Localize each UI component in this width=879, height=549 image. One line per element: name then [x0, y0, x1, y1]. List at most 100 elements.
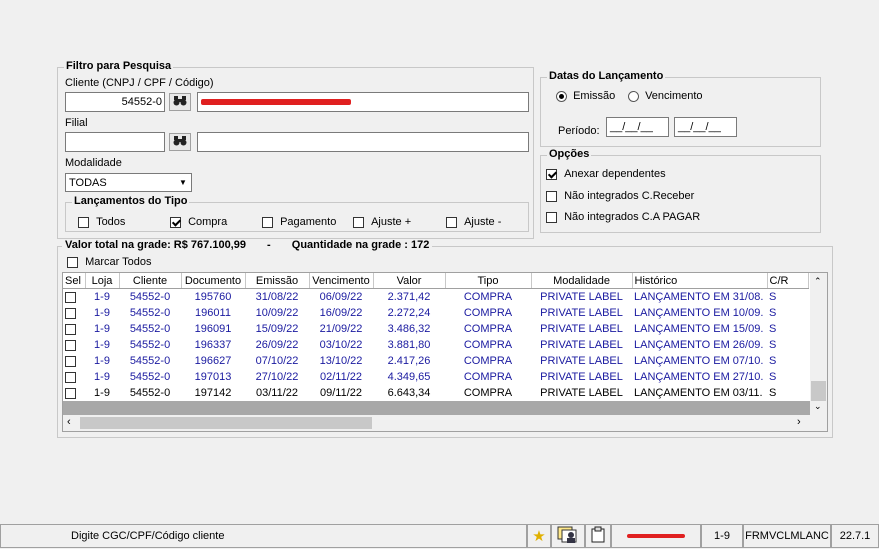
column-header-modalidade[interactable]: Modalidade: [531, 273, 633, 289]
cell-emissao: 31/08/22: [255, 291, 299, 303]
date-to-value: __/__/__: [678, 121, 721, 133]
tipo-compra-checkbox[interactable]: Compra: [170, 216, 227, 228]
filial-search-button[interactable]: [169, 133, 191, 151]
periodo-label: Período:: [558, 125, 600, 137]
cell-valor: 4.349,65: [387, 371, 431, 383]
column-header-valor[interactable]: Valor: [373, 273, 446, 289]
column-header-historico[interactable]: Histórico: [632, 273, 768, 289]
cell-tipo: COMPRA: [463, 323, 513, 335]
table-row[interactable]: 1-9 54552-0 197013 27/10/22 02/11/22 4.349,65…: [63, 369, 808, 385]
table-row[interactable]: 1-9 54552-0 196627 07/10/22 13/10/22 2.417,26…: [63, 353, 808, 369]
cell-loja: 1-9: [94, 307, 110, 319]
horizontal-scroll-thumb[interactable]: [80, 417, 372, 429]
cell-cr: S: [769, 307, 777, 319]
vertical-scroll-thumb[interactable]: [811, 381, 826, 401]
vencimento-radio[interactable]: Vencimento: [628, 90, 703, 102]
checkbox-icon: [446, 216, 457, 228]
cell-vencimento: 13/10/22: [319, 355, 363, 367]
emissao-radio[interactable]: Emissão: [556, 90, 615, 102]
table-row[interactable]: 1-9 54552-0 195760 31/08/22 06/09/22 2.371,42…: [63, 289, 808, 306]
scroll-down-icon[interactable]: ⌄: [814, 401, 822, 412]
checkbox-icon: [67, 256, 78, 268]
tipo-ajuste-menos-checkbox[interactable]: Ajuste -: [446, 216, 501, 228]
column-header-documento[interactable]: Documento: [181, 273, 246, 289]
modalidade-value: TODAS: [69, 177, 107, 189]
row-select-checkbox[interactable]: [65, 387, 76, 399]
column-header-sel[interactable]: Sel: [63, 273, 86, 289]
cell-tipo: COMPRA: [463, 355, 513, 367]
status-form: FRMVCLMLANC: [745, 530, 829, 542]
row-select-cell[interactable]: [63, 337, 85, 353]
row-select-checkbox[interactable]: [65, 291, 76, 303]
row-select-cell[interactable]: [63, 289, 85, 306]
client-name-input[interactable]: [197, 92, 529, 112]
filial-code-input[interactable]: [65, 132, 165, 152]
row-select-cell[interactable]: [63, 385, 85, 401]
cell-tipo: COMPRA: [463, 307, 513, 319]
table-row[interactable]: 1-9 54552-0 196011 10/09/22 16/09/22 2.272,24…: [63, 305, 808, 321]
clipboard-icon: [591, 526, 605, 546]
filial-name-input[interactable]: [197, 132, 529, 152]
clipboard-button[interactable]: [585, 524, 611, 548]
column-header-tipo[interactable]: Tipo: [445, 273, 532, 289]
cell-modalidade: PRIVATE LABEL: [540, 355, 623, 367]
row-select-checkbox[interactable]: [65, 307, 76, 319]
cell-cliente: 54552-0: [129, 339, 171, 351]
datas-group-title: Datas do Lançamento: [547, 70, 666, 82]
marcar-todos-checkbox[interactable]: Marcar Todos: [67, 256, 152, 268]
client-code-input[interactable]: 54552-0: [65, 92, 165, 112]
tipo-pagamento-checkbox[interactable]: Pagamento: [262, 216, 336, 228]
cell-cr: S: [769, 355, 777, 367]
row-select-cell[interactable]: [63, 353, 85, 369]
cell-loja: 1-9: [94, 339, 110, 351]
cell-valor: 2.371,42: [387, 291, 431, 303]
tipo-compra-label: Compra: [188, 216, 228, 228]
checkbox-icon: [262, 216, 273, 228]
horizontal-scrollbar[interactable]: ‹ ›: [63, 415, 827, 431]
tipo-ajuste-mais-label: Ajuste +: [371, 216, 412, 228]
tipo-ajuste-menos-label: Ajuste -: [464, 216, 502, 228]
column-header-emissao[interactable]: Emissão: [245, 273, 310, 289]
redacted-client-name: [201, 99, 351, 105]
column-header-cliente[interactable]: Cliente: [119, 273, 182, 289]
cell-emissao: 26/09/22: [255, 339, 299, 351]
row-select-cell[interactable]: [63, 321, 85, 337]
date-from-input[interactable]: __/__/__: [606, 117, 669, 137]
user-config-button[interactable]: [551, 524, 585, 548]
row-select-checkbox[interactable]: [65, 355, 76, 367]
tipo-todos-label: Todos: [96, 216, 126, 228]
scroll-left-icon[interactable]: ‹: [67, 416, 71, 428]
table-row[interactable]: 1-9 54552-0 197142 03/11/22 09/11/22 6.643,34…: [63, 385, 808, 401]
cell-loja: 1-9: [94, 387, 110, 399]
column-header-cr[interactable]: C/R: [767, 273, 809, 289]
cell-modalidade: PRIVATE LABEL: [540, 307, 623, 319]
column-header-vencimento[interactable]: Vencimento: [309, 273, 374, 289]
date-to-input[interactable]: __/__/__: [674, 117, 737, 137]
row-select-checkbox[interactable]: [65, 371, 76, 383]
cell-documento: 197142: [194, 387, 232, 399]
row-select-checkbox[interactable]: [65, 339, 76, 351]
row-select-cell[interactable]: [63, 305, 85, 321]
nao-integrados-capagar-checkbox[interactable]: Não integrados C.A PAGAR: [546, 211, 700, 223]
cell-cliente: 54552-0: [129, 323, 171, 335]
anexar-dependentes-checkbox[interactable]: Anexar dependentes: [546, 168, 666, 180]
column-header-loja[interactable]: Loja: [85, 273, 120, 289]
favorite-button[interactable]: ★: [527, 524, 551, 548]
vertical-scrollbar[interactable]: ⌃ ⌄: [810, 273, 827, 415]
tipo-todos-checkbox[interactable]: Todos: [78, 216, 125, 228]
row-select-checkbox[interactable]: [65, 323, 76, 335]
summary-line: Valor total na grade: R$ 767.100,99 - Qu…: [62, 239, 433, 251]
client-search-button[interactable]: [169, 93, 191, 111]
nao-integrados-creceber-checkbox[interactable]: Não integrados C.Receber: [546, 190, 694, 202]
cell-historico: LANÇAMENTO EM 03/11.: [634, 387, 763, 399]
modalidade-select[interactable]: TODAS ▼: [65, 173, 192, 192]
row-select-cell[interactable]: [63, 369, 85, 385]
scroll-right-icon[interactable]: ›: [797, 416, 801, 428]
cell-modalidade: PRIVATE LABEL: [540, 371, 623, 383]
table-row[interactable]: 1-9 54552-0 196337 26/09/22 03/10/22 3.881,80…: [63, 337, 808, 353]
table-row[interactable]: 1-9 54552-0 196091 15/09/22 21/09/22 3.486,32…: [63, 321, 808, 337]
tipo-ajuste-mais-checkbox[interactable]: Ajuste +: [353, 216, 411, 228]
cell-tipo: COMPRA: [463, 291, 513, 303]
scroll-up-icon[interactable]: ⌃: [814, 276, 822, 287]
tipo-pagamento-label: Pagamento: [280, 216, 337, 228]
